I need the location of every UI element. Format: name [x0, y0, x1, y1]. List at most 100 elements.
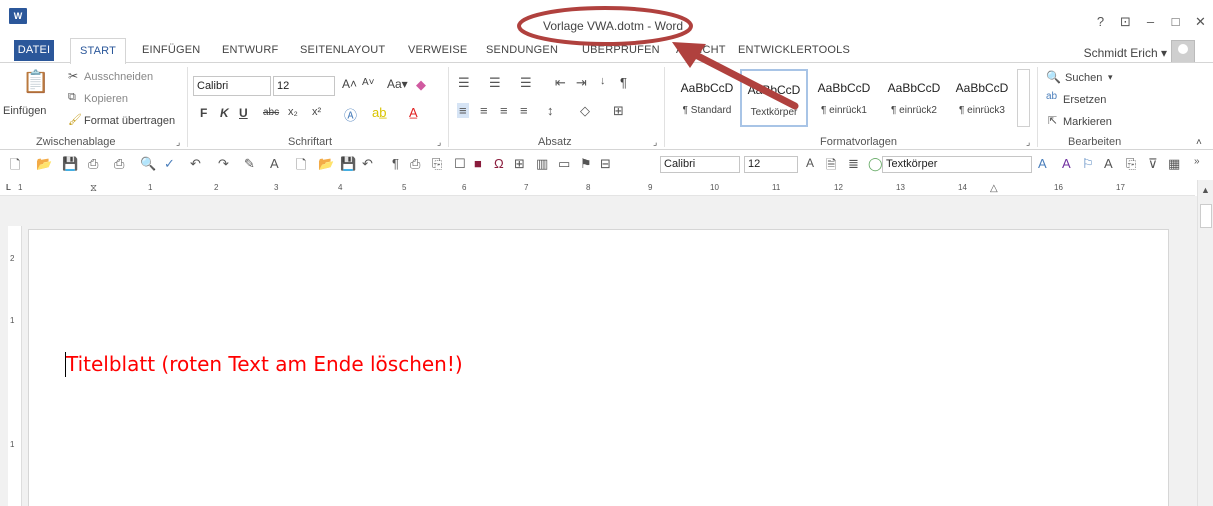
- paste-icon[interactable]: 📋: [22, 69, 49, 95]
- bookmark-icon[interactable]: ⚐: [1082, 156, 1094, 172]
- style-einrueck3[interactable]: AaBbCcD ¶ einrück3: [948, 69, 1016, 127]
- multilevel-list-icon[interactable]: ☰: [520, 75, 532, 91]
- new-icon[interactable]: 🗋: [296, 156, 306, 178]
- styles-gallery-scrollbar[interactable]: [1017, 69, 1030, 127]
- tab-review[interactable]: ÜBERPRÜFEN: [582, 44, 660, 56]
- cut-button[interactable]: Ausschneiden: [84, 71, 153, 83]
- open-icon[interactable]: 📂: [36, 156, 52, 172]
- tab-file[interactable]: DATEI: [14, 40, 54, 61]
- edit-icon[interactable]: ✎: [244, 156, 255, 172]
- field-icon[interactable]: ▭: [558, 156, 570, 172]
- tab-selector[interactable]: L: [6, 183, 11, 192]
- tab-design[interactable]: ENTWURF: [222, 44, 278, 56]
- qat-style-box[interactable]: Textkörper: [882, 156, 1032, 173]
- underline-button[interactable]: U: [239, 106, 248, 120]
- symbol-icon[interactable]: Ω: [494, 156, 504, 171]
- maximize-icon[interactable]: □: [1163, 14, 1188, 30]
- superscript-button[interactable]: x²: [312, 106, 321, 118]
- layout-icon[interactable]: ≣: [848, 156, 859, 172]
- highlight-icon[interactable]: ab̲: [372, 105, 386, 120]
- close-icon[interactable]: ✕: [1188, 14, 1213, 30]
- tab-references[interactable]: VERWEISE: [408, 44, 467, 56]
- align-center-icon[interactable]: ≡: [480, 103, 488, 118]
- align-left-icon[interactable]: ≡: [457, 103, 469, 118]
- paragraph-mark-icon[interactable]: ¶: [392, 156, 399, 171]
- columns-icon[interactable]: ▥: [536, 156, 548, 172]
- printer-icon[interactable]: ⎙: [410, 156, 420, 172]
- undo-2-icon[interactable]: ↶: [362, 156, 373, 172]
- clear-format-icon[interactable]: ◆: [416, 77, 426, 93]
- sort-icon[interactable]: ↓: [600, 75, 606, 87]
- font-launcher-icon[interactable]: ⌟: [437, 137, 441, 148]
- borders-icon[interactable]: ⊞: [613, 103, 624, 119]
- styles-icon[interactable]: A: [270, 156, 279, 171]
- scroll-up-icon[interactable]: ▲: [1201, 185, 1210, 195]
- copy-button[interactable]: Kopieren: [84, 93, 128, 105]
- filter-icon[interactable]: ⊽: [1148, 156, 1158, 172]
- square-icon[interactable]: ■: [474, 156, 482, 171]
- flag-icon[interactable]: ⚑: [580, 156, 592, 172]
- paragraph-launcher-icon[interactable]: ⌟: [653, 137, 657, 148]
- bold-button[interactable]: F: [200, 106, 207, 120]
- paste-button[interactable]: Einfügen: [3, 105, 46, 117]
- text-effects-icon[interactable]: Ⓐ: [344, 105, 357, 124]
- style-einrueck1[interactable]: AaBbCcD ¶ einrück1: [810, 69, 878, 127]
- undo-icon[interactable]: ↶: [190, 156, 201, 172]
- collapse-ribbon-icon[interactable]: ˄: [1196, 137, 1202, 148]
- table-icon[interactable]: ⊞: [514, 156, 525, 172]
- style-textkoerper[interactable]: AaBbCcD Textkörper: [740, 69, 808, 127]
- style-einrueck2[interactable]: AaBbCcD ¶ einrück2: [880, 69, 948, 127]
- strikethrough-button[interactable]: abc: [263, 107, 279, 118]
- italic-button[interactable]: K: [220, 106, 229, 120]
- box-icon[interactable]: ⊟: [600, 156, 611, 172]
- avatar[interactable]: [1171, 40, 1195, 64]
- text-effects-2-icon[interactable]: A: [1038, 156, 1047, 171]
- tab-developer[interactable]: ENTWICKLERTOOLS: [738, 44, 850, 56]
- font-color-icon[interactable]: A̲: [409, 105, 418, 120]
- tab-insert[interactable]: EINFÜGEN: [142, 44, 200, 56]
- open-folder-icon[interactable]: 📂: [318, 156, 334, 172]
- help-icon[interactable]: ?: [1088, 14, 1113, 30]
- font-size-box[interactable]: 12: [273, 76, 335, 96]
- overflow-icon[interactable]: »: [1194, 156, 1200, 167]
- style-standard[interactable]: AaBbCcD ¶ Standard: [673, 69, 741, 127]
- tab-start[interactable]: START: [70, 38, 126, 64]
- grow-font-button[interactable]: A˄: [342, 77, 357, 91]
- vertical-scrollbar[interactable]: ▲: [1197, 180, 1213, 506]
- font-style-icon[interactable]: A: [806, 156, 814, 170]
- styles-launcher-icon[interactable]: ⌟: [1026, 137, 1030, 148]
- styles-pane-icon[interactable]: A: [1104, 156, 1113, 171]
- print-preview-icon[interactable]: 🔍: [140, 156, 156, 172]
- scrollbar-thumb[interactable]: [1200, 204, 1212, 228]
- vertical-ruler[interactable]: [8, 226, 22, 506]
- change-case-button[interactable]: Aa▾: [387, 77, 408, 91]
- save-as-icon[interactable]: 💾: [340, 156, 356, 172]
- increase-indent-icon[interactable]: ⇥: [576, 75, 587, 91]
- quick-print-icon[interactable]: ⎙: [114, 156, 124, 172]
- indent-marker[interactable]: ⧖: [90, 183, 97, 194]
- document-title-text[interactable]: Titelblatt (roten Text am Ende löschen!): [66, 352, 463, 376]
- word-icon[interactable]: W: [9, 8, 27, 24]
- tab-view[interactable]: ANSICHT: [676, 44, 726, 56]
- show-marks-button[interactable]: ¶: [620, 75, 627, 90]
- redo-icon[interactable]: ↷: [218, 156, 229, 172]
- number-icon[interactable]: ⎘: [1126, 156, 1136, 172]
- line-spacing-icon[interactable]: ↕: [547, 103, 554, 118]
- tab-mailings[interactable]: SENDUNGEN: [486, 44, 558, 56]
- chevron-down-icon[interactable]: ▾: [1108, 72, 1113, 83]
- user-name[interactable]: Schmidt Erich ▾: [1084, 46, 1167, 60]
- right-indent-marker[interactable]: △: [990, 183, 998, 194]
- save-icon[interactable]: 💾: [62, 156, 78, 172]
- find-button[interactable]: Suchen: [1065, 72, 1102, 84]
- clipboard-launcher-icon[interactable]: ⌟: [176, 137, 180, 148]
- format-icon[interactable]: A: [1062, 156, 1071, 171]
- justify-icon[interactable]: ≡: [520, 103, 528, 118]
- minimize-icon[interactable]: –: [1138, 14, 1163, 30]
- spelling-icon[interactable]: ✓: [164, 156, 175, 172]
- qat-font-box[interactable]: Calibri: [660, 156, 740, 173]
- shading-icon[interactable]: ◇: [580, 103, 590, 119]
- checkbox-icon[interactable]: ☐: [454, 156, 466, 172]
- preview-icon[interactable]: ⎘: [432, 156, 442, 172]
- horizontal-ruler[interactable]: L 1 ⧖ 1 2 3 4 5 6 7 8 9 10 11 12 13 14 △…: [0, 180, 1195, 196]
- select-button[interactable]: Markieren: [1063, 116, 1112, 128]
